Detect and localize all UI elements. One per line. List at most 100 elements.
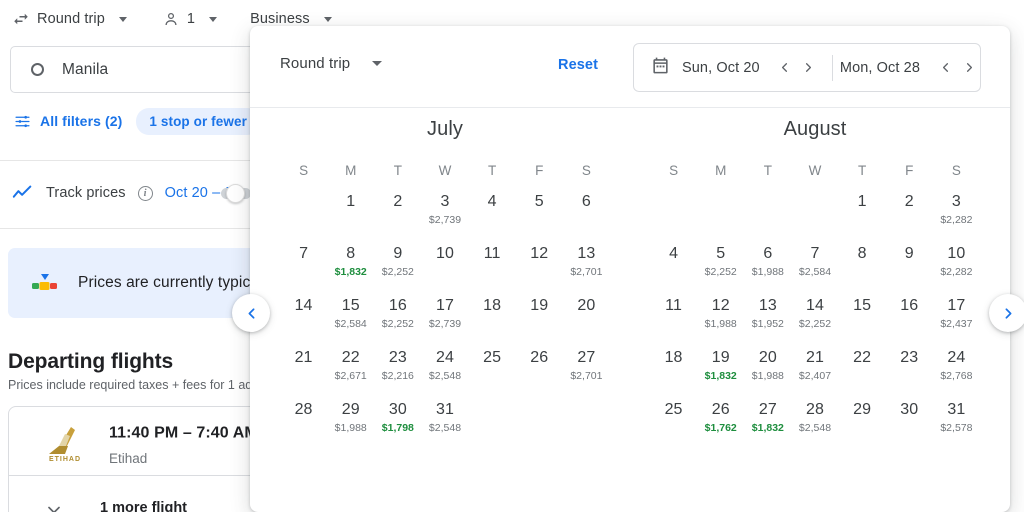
calendar-day-price: $2,671: [334, 370, 367, 382]
calendar-day-number: 1: [857, 193, 867, 210]
app-root: Round trip 1 Business Manila All filters…: [0, 0, 1024, 512]
calendar-day[interactable]: 14: [280, 296, 327, 334]
calendar-day[interactable]: 7: [280, 244, 327, 282]
calendar-day[interactable]: 21 $2,407: [791, 348, 838, 386]
calendar-day[interactable]: 23 $2,216: [374, 348, 421, 386]
calendar-day[interactable]: 31 $2,548: [421, 400, 468, 438]
calendar-day[interactable]: 22 $2,671: [327, 348, 374, 386]
calendar-day[interactable]: 27 $2,701: [563, 348, 610, 386]
calendar-day-price: $2,701: [570, 266, 603, 278]
calendar-day[interactable]: 19 $1,832: [697, 348, 744, 386]
chevron-right-icon[interactable]: [958, 57, 980, 79]
calendar-day[interactable]: 1: [839, 192, 886, 230]
chevron-right-icon[interactable]: [798, 57, 820, 79]
calendar-day[interactable]: 26 $1,762: [697, 400, 744, 438]
calendar-day[interactable]: 18: [650, 348, 697, 386]
calendar-day[interactable]: 7 $2,584: [791, 244, 838, 282]
calendar-day[interactable]: 11: [650, 296, 697, 334]
calendar-day[interactable]: 15 $2,584: [327, 296, 374, 334]
calendar-day[interactable]: 12 $1,988: [697, 296, 744, 334]
calendar-day[interactable]: 2: [374, 192, 421, 230]
dow-label-0: S: [669, 163, 679, 178]
return-date-steppers: [934, 57, 980, 79]
track-prices-toggle[interactable]: [226, 184, 245, 203]
info-icon[interactable]: i: [137, 185, 153, 201]
calendar-day[interactable]: 3 $2,282: [933, 192, 980, 230]
next-months-button[interactable]: [989, 294, 1024, 332]
all-filters-button[interactable]: All filters (2): [14, 113, 122, 130]
calendar-day[interactable]: 25: [469, 348, 516, 386]
calendar-day[interactable]: 11: [469, 244, 516, 282]
calendar-day[interactable]: 17 $2,437: [933, 296, 980, 334]
calendar-day[interactable]: 15: [839, 296, 886, 334]
calendar-day[interactable]: 31 $2,578: [933, 400, 980, 438]
calendar-week: 25 26 $1,762 27 $1,832 28 $2,548 29 30 31 $2,578: [650, 400, 980, 438]
trip-type-selector[interactable]: Round trip: [12, 6, 136, 32]
calendar-day-number: 19: [530, 297, 549, 314]
calendar-day[interactable]: 26: [516, 348, 563, 386]
calendar-week: 18 19 $1,832 20 $1,988 21 $2,407 22 23 24 $2,768: [650, 348, 980, 386]
chevron-left-icon[interactable]: [774, 57, 796, 79]
departure-date-field[interactable]: Sun, Oct 20: [634, 44, 820, 91]
calendar-day[interactable]: 13 $2,701: [563, 244, 610, 282]
calendar-day[interactable]: 20: [563, 296, 610, 334]
filter-chip-stops[interactable]: 1 stop or fewer: [136, 107, 260, 135]
calendar-day[interactable]: 30 $1,798: [374, 400, 421, 438]
calendar-day[interactable]: 29 $1,988: [327, 400, 374, 438]
calendar-day[interactable]: 18: [469, 296, 516, 334]
calendar-day[interactable]: 14 $2,252: [791, 296, 838, 334]
calendar-day-price: $1,988: [704, 318, 737, 330]
calendar-day[interactable]: 22: [839, 348, 886, 386]
calendar-day-number: 23: [388, 349, 407, 366]
calendar-day[interactable]: 19: [516, 296, 563, 334]
reset-button[interactable]: Reset: [558, 57, 598, 73]
calendar-day[interactable]: 24 $2,548: [421, 348, 468, 386]
calendar-day[interactable]: 8: [839, 244, 886, 282]
calendar-day-price: $2,548: [428, 370, 462, 382]
calendar-day-number: 9: [904, 245, 914, 262]
calendar-day[interactable]: 13 $1,952: [744, 296, 791, 334]
panel-trip-type-label: Round trip: [280, 55, 351, 72]
calendar-day[interactable]: 21: [280, 348, 327, 386]
calendar-day[interactable]: 12: [516, 244, 563, 282]
calendar-day-number: 13: [577, 245, 596, 262]
calendar-day[interactable]: 30: [886, 400, 933, 438]
calendar-day[interactable]: 24 $2,768: [933, 348, 980, 386]
calendar-day[interactable]: 28: [280, 400, 327, 438]
calendar-day[interactable]: 10 $2,282: [933, 244, 980, 282]
calendar-day[interactable]: 29: [839, 400, 886, 438]
return-date-field[interactable]: Mon, Oct 28: [840, 44, 980, 91]
calendar-day[interactable]: 20 $1,988: [744, 348, 791, 386]
calendar-day-price: $2,584: [334, 318, 367, 330]
calendar-day[interactable]: 25: [650, 400, 697, 438]
calendar-day[interactable]: 16: [886, 296, 933, 334]
calendar-day[interactable]: 27 $1,832: [744, 400, 791, 438]
calendar-day-price: $1,988: [751, 266, 784, 278]
chevron-down-icon[interactable]: [44, 500, 64, 512]
calendar-day[interactable]: 5: [516, 192, 563, 230]
calendar-day[interactable]: 6: [563, 192, 610, 230]
previous-months-button[interactable]: [232, 294, 270, 332]
calendar-day[interactable]: 9 $2,252: [374, 244, 421, 282]
passengers-selector[interactable]: 1: [162, 6, 226, 32]
calendar-day[interactable]: 3 $2,739: [421, 192, 468, 230]
calendar-day[interactable]: 9: [886, 244, 933, 282]
calendar-day[interactable]: 8 $1,832: [327, 244, 374, 282]
calendar-day[interactable]: 28 $2,548: [791, 400, 838, 438]
calendar-day[interactable]: 5 $2,252: [697, 244, 744, 282]
panel-trip-type-selector[interactable]: Round trip: [280, 55, 383, 72]
origin-input[interactable]: Manila: [62, 61, 108, 79]
calendar-day[interactable]: 16 $2,252: [374, 296, 421, 334]
calendar-day[interactable]: 6 $1,988: [744, 244, 791, 282]
calendar-day[interactable]: 23: [886, 348, 933, 386]
calendar-day[interactable]: 2: [886, 192, 933, 230]
chevron-left-icon[interactable]: [934, 57, 956, 79]
calendar-day-number: 25: [483, 349, 502, 366]
calendar-day[interactable]: 4: [469, 192, 516, 230]
calendar-day[interactable]: 17 $2,739: [421, 296, 468, 334]
calendar-day[interactable]: 4: [650, 244, 697, 282]
trip-type-label: Round trip: [37, 11, 105, 27]
calendar-day[interactable]: 1: [327, 192, 374, 230]
trend-line-icon: [12, 184, 34, 202]
calendar-day[interactable]: 10: [421, 244, 468, 282]
